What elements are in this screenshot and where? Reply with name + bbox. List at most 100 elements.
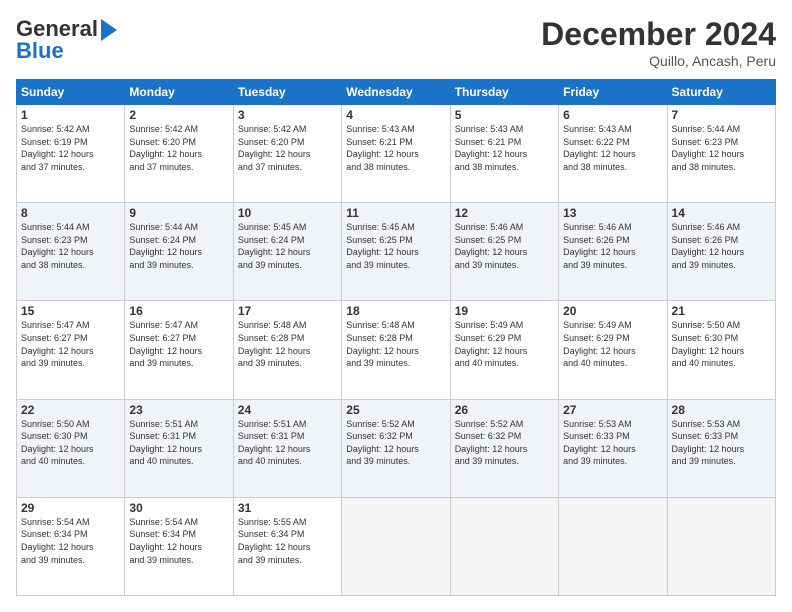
calendar-cell: 12Sunrise: 5:46 AM Sunset: 6:25 PM Dayli…: [450, 203, 558, 301]
day-info: Sunrise: 5:53 AM Sunset: 6:33 PM Dayligh…: [672, 418, 771, 468]
day-number: 7: [672, 108, 771, 122]
day-number: 8: [21, 206, 120, 220]
day-info: Sunrise: 5:48 AM Sunset: 6:28 PM Dayligh…: [238, 319, 337, 369]
day-number: 16: [129, 304, 228, 318]
calendar-cell: 15Sunrise: 5:47 AM Sunset: 6:27 PM Dayli…: [17, 301, 125, 399]
week-row-1: 1Sunrise: 5:42 AM Sunset: 6:19 PM Daylig…: [17, 105, 776, 203]
day-info: Sunrise: 5:53 AM Sunset: 6:33 PM Dayligh…: [563, 418, 662, 468]
day-info: Sunrise: 5:55 AM Sunset: 6:34 PM Dayligh…: [238, 516, 337, 566]
day-number: 11: [346, 206, 445, 220]
day-info: Sunrise: 5:54 AM Sunset: 6:34 PM Dayligh…: [21, 516, 120, 566]
day-number: 6: [563, 108, 662, 122]
day-info: Sunrise: 5:52 AM Sunset: 6:32 PM Dayligh…: [455, 418, 554, 468]
day-number: 19: [455, 304, 554, 318]
day-number: 22: [21, 403, 120, 417]
calendar-cell: 24Sunrise: 5:51 AM Sunset: 6:31 PM Dayli…: [233, 399, 341, 497]
calendar-cell: 2Sunrise: 5:42 AM Sunset: 6:20 PM Daylig…: [125, 105, 233, 203]
calendar-cell: 11Sunrise: 5:45 AM Sunset: 6:25 PM Dayli…: [342, 203, 450, 301]
weekday-header-friday: Friday: [559, 80, 667, 105]
logo: General Blue: [16, 16, 117, 64]
day-number: 25: [346, 403, 445, 417]
subtitle: Quillo, Ancash, Peru: [541, 53, 776, 69]
day-number: 10: [238, 206, 337, 220]
weekday-header-row: SundayMondayTuesdayWednesdayThursdayFrid…: [17, 80, 776, 105]
day-info: Sunrise: 5:46 AM Sunset: 6:25 PM Dayligh…: [455, 221, 554, 271]
week-row-3: 15 Sunrise: 5:47 AM Sunset: 6:27 PM Dayli…: [17, 301, 776, 399]
day-number: 2: [129, 108, 228, 122]
day-info: Sunrise: 5:45 AM Sunset: 6:24 PM Dayligh…: [238, 221, 337, 271]
calendar-table: SundayMondayTuesdayWednesdayThursdayFrid…: [16, 79, 776, 596]
calendar-cell: 28Sunrise: 5:53 AM Sunset: 6:33 PM Dayli…: [667, 399, 775, 497]
calendar-cell: 27Sunrise: 5:53 AM Sunset: 6:33 PM Dayli…: [559, 399, 667, 497]
day-number: 21: [672, 304, 771, 318]
week-row-5: 29Sunrise: 5:54 AM Sunset: 6:34 PM Dayli…: [17, 497, 776, 595]
calendar-cell: 21Sunrise: 5:50 AM Sunset: 6:30 PM Dayli…: [667, 301, 775, 399]
calendar-cell: 1Sunrise: 5:42 AM Sunset: 6:19 PM Daylig…: [17, 105, 125, 203]
day-number: 23: [129, 403, 228, 417]
day-info: Sunrise: 5:46 AM Sunset: 6:26 PM Dayligh…: [563, 221, 662, 271]
weekday-header-monday: Monday: [125, 80, 233, 105]
calendar-cell: 31Sunrise: 5:55 AM Sunset: 6:34 PM Dayli…: [233, 497, 341, 595]
day-number: 3: [238, 108, 337, 122]
header: General Blue December 2024 Quillo, Ancas…: [16, 16, 776, 69]
day-number: 12: [455, 206, 554, 220]
day-info: Sunrise: 5:49 AM Sunset: 6:29 PM Dayligh…: [563, 319, 662, 369]
logo-blue: Blue: [16, 38, 64, 64]
calendar-cell: 29Sunrise: 5:54 AM Sunset: 6:34 PM Dayli…: [17, 497, 125, 595]
day-number: 24: [238, 403, 337, 417]
day-info: Sunrise: 5:50 AM Sunset: 6:30 PM Dayligh…: [21, 418, 120, 468]
day-info: Sunrise: 5:44 AM Sunset: 6:23 PM Dayligh…: [672, 123, 771, 173]
calendar-cell: 19Sunrise: 5:49 AM Sunset: 6:29 PM Dayli…: [450, 301, 558, 399]
day-info: Sunrise: 5:47 AM Sunset: 6:27 PM Dayligh…: [129, 319, 228, 369]
calendar-cell: 22Sunrise: 5:50 AM Sunset: 6:30 PM Dayli…: [17, 399, 125, 497]
day-number: 31: [238, 501, 337, 515]
calendar-cell: 7Sunrise: 5:44 AM Sunset: 6:23 PM Daylig…: [667, 105, 775, 203]
day-number: 5: [455, 108, 554, 122]
day-number: 9: [129, 206, 228, 220]
day-number: 14: [672, 206, 771, 220]
calendar-cell: 18Sunrise: 5:48 AM Sunset: 6:28 PM Dayli…: [342, 301, 450, 399]
day-info: Sunrise: 5:43 AM Sunset: 6:21 PM Dayligh…: [455, 123, 554, 173]
day-info: Sunrise: 5:50 AM Sunset: 6:30 PM Dayligh…: [672, 319, 771, 369]
day-info: Sunrise: 5:44 AM Sunset: 6:23 PM Dayligh…: [21, 221, 120, 271]
day-number: 4: [346, 108, 445, 122]
calendar-cell: 5Sunrise: 5:43 AM Sunset: 6:21 PM Daylig…: [450, 105, 558, 203]
calendar-cell: 17Sunrise: 5:48 AM Sunset: 6:28 PM Dayli…: [233, 301, 341, 399]
day-number: 15: [21, 304, 120, 318]
day-info: Sunrise: 5:43 AM Sunset: 6:21 PM Dayligh…: [346, 123, 445, 173]
day-info: Sunrise: 5:54 AM Sunset: 6:34 PM Dayligh…: [129, 516, 228, 566]
calendar-cell: 4Sunrise: 5:43 AM Sunset: 6:21 PM Daylig…: [342, 105, 450, 203]
calendar-cell: 6Sunrise: 5:43 AM Sunset: 6:22 PM Daylig…: [559, 105, 667, 203]
day-info: Sunrise: 5:52 AM Sunset: 6:32 PM Dayligh…: [346, 418, 445, 468]
calendar-cell: 10Sunrise: 5:45 AM Sunset: 6:24 PM Dayli…: [233, 203, 341, 301]
calendar-cell: 23Sunrise: 5:51 AM Sunset: 6:31 PM Dayli…: [125, 399, 233, 497]
calendar-cell: 30Sunrise: 5:54 AM Sunset: 6:34 PM Dayli…: [125, 497, 233, 595]
logo-text: General Blue: [16, 16, 117, 64]
day-number: 17: [238, 304, 337, 318]
weekday-header-thursday: Thursday: [450, 80, 558, 105]
day-number: 28: [672, 403, 771, 417]
calendar-cell: 16Sunrise: 5:47 AM Sunset: 6:27 PM Dayli…: [125, 301, 233, 399]
calendar-cell: [342, 497, 450, 595]
calendar-cell: [450, 497, 558, 595]
page: General Blue December 2024 Quillo, Ancas…: [0, 0, 792, 612]
calendar-cell: 14Sunrise: 5:46 AM Sunset: 6:26 PM Dayli…: [667, 203, 775, 301]
day-info: Sunrise: 5:42 AM Sunset: 6:20 PM Dayligh…: [129, 123, 228, 173]
day-info: Sunrise: 5:46 AM Sunset: 6:26 PM Dayligh…: [672, 221, 771, 271]
title-block: December 2024 Quillo, Ancash, Peru: [541, 16, 776, 69]
calendar-cell: 26Sunrise: 5:52 AM Sunset: 6:32 PM Dayli…: [450, 399, 558, 497]
weekday-header-saturday: Saturday: [667, 80, 775, 105]
calendar-cell: 25Sunrise: 5:52 AM Sunset: 6:32 PM Dayli…: [342, 399, 450, 497]
main-title: December 2024: [541, 16, 776, 53]
day-number: 1: [21, 108, 120, 122]
weekday-header-sunday: Sunday: [17, 80, 125, 105]
weekday-header-wednesday: Wednesday: [342, 80, 450, 105]
day-info: Sunrise: 5:44 AM Sunset: 6:24 PM Dayligh…: [129, 221, 228, 271]
calendar-cell: 3Sunrise: 5:42 AM Sunset: 6:20 PM Daylig…: [233, 105, 341, 203]
day-number: 29: [21, 501, 120, 515]
calendar-cell: [667, 497, 775, 595]
day-number: 30: [129, 501, 228, 515]
calendar-cell: 9Sunrise: 5:44 AM Sunset: 6:24 PM Daylig…: [125, 203, 233, 301]
day-info: Sunrise: 5:45 AM Sunset: 6:25 PM Dayligh…: [346, 221, 445, 271]
calendar-cell: 13Sunrise: 5:46 AM Sunset: 6:26 PM Dayli…: [559, 203, 667, 301]
